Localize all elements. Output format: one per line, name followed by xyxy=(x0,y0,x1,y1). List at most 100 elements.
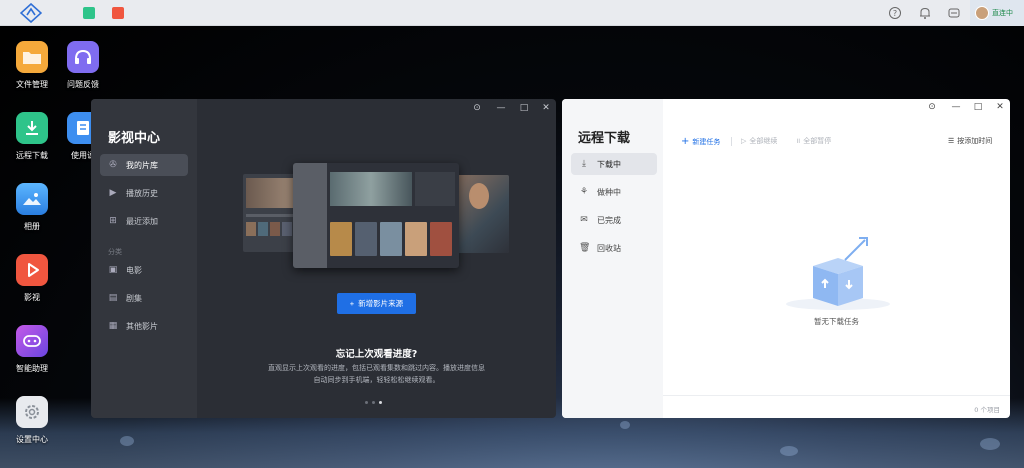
video-main-panel: ⊙ — □ ✕ + 新增影片来源 忘记上次观看进度? 直观显示上次观看的进度，包… xyxy=(197,99,556,418)
gear-icon xyxy=(16,396,48,428)
downloading-icon: ⤓ xyxy=(582,159,586,169)
seeding-icon: ⚘ xyxy=(579,187,589,197)
close-icon[interactable]: ✕ xyxy=(994,102,1006,112)
sidebar-item-trash[interactable]: 🗑 回收站 xyxy=(571,237,657,259)
sidebar-item-label: 最近添加 xyxy=(126,216,158,226)
wallpaper-drop xyxy=(120,436,134,446)
help-icon[interactable]: ? xyxy=(888,6,902,20)
carousel-dot[interactable] xyxy=(372,401,375,404)
resume-all-button[interactable]: ▷ 全部继续 xyxy=(741,136,777,146)
wallpaper-drop xyxy=(780,446,798,456)
item-count: 0 个项目 xyxy=(974,406,1000,414)
desktop-icon-video[interactable]: 影视 xyxy=(2,254,62,303)
footer-divider xyxy=(663,395,1010,396)
preview-screen-left xyxy=(243,174,299,252)
desktop-icon-photos[interactable]: 相册 xyxy=(2,183,62,232)
pause-all-button[interactable]: ॥ 全部暂停 xyxy=(796,136,831,146)
maximize-icon[interactable]: □ xyxy=(518,103,530,113)
new-task-button[interactable]: + 新建任务 xyxy=(681,136,720,147)
carousel-indicator xyxy=(365,401,382,404)
download-app-title: 远程下载 xyxy=(578,131,631,146)
wallpaper-drop xyxy=(980,438,1000,450)
settings-icon[interactable]: ⊙ xyxy=(926,102,938,112)
recent-add-icon: ⊞ xyxy=(109,216,117,226)
taskbar-download-app-icon[interactable] xyxy=(83,7,95,19)
user-menu[interactable]: 直连中 xyxy=(970,0,1024,26)
sort-button[interactable]: ☰ 按添加时间 xyxy=(948,136,992,146)
sidebar-item-movies[interactable]: ▣ 电影 xyxy=(100,259,188,281)
sidebar-item-label: 电影 xyxy=(126,265,142,275)
sort-label: 按添加时间 xyxy=(957,137,993,145)
film-reel-icon: ✇ xyxy=(109,160,117,170)
new-task-label: 新建任务 xyxy=(692,137,721,146)
minimize-icon[interactable]: — xyxy=(950,102,962,112)
toolbar-divider xyxy=(731,137,732,146)
notification-bell-icon[interactable] xyxy=(918,6,932,20)
sidebar-item-label: 已完成 xyxy=(597,215,621,225)
carousel-dot[interactable] xyxy=(365,401,368,404)
sidebar-item-label: 我的片库 xyxy=(126,160,158,170)
carousel-dot-active[interactable] xyxy=(379,401,382,404)
plus-icon: + xyxy=(349,299,355,308)
wallpaper-drop xyxy=(620,421,630,429)
svg-text:?: ? xyxy=(893,9,897,18)
desktop-icon-label: 影视 xyxy=(24,293,40,302)
desktop-icon-settings[interactable]: 设置中心 xyxy=(2,396,62,445)
photo-icon xyxy=(16,183,48,215)
sidebar-item-my-library[interactable]: ✇ 我的片库 xyxy=(100,154,188,176)
sidebar-item-downloading[interactable]: ⤓ 下载中 xyxy=(571,153,657,175)
play-icon: ▷ xyxy=(741,137,747,145)
nas-logo-icon[interactable] xyxy=(20,3,42,23)
empty-state-text: 暂无下载任务 xyxy=(814,317,859,326)
assistant-icon xyxy=(16,325,48,357)
remote-download-window: 远程下载 ⤓ 下载中 ⚘ 做种中 ✉ 已完成 🗑 回收站 ⊙ — □ ✕ + 新… xyxy=(562,99,1010,418)
desktop-icon-label: 相册 xyxy=(24,222,40,231)
message-icon[interactable] xyxy=(947,6,961,20)
download-main-panel: ⊙ — □ ✕ + 新建任务 ▷ 全部继续 ॥ 全部暂停 ☰ 按添加时间 暂无下… xyxy=(663,99,1010,418)
sidebar-item-completed[interactable]: ✉ 已完成 xyxy=(571,209,657,231)
feature-tip-title: 忘记上次观看进度? xyxy=(335,349,418,360)
folder-icon xyxy=(16,41,48,73)
video-app-title: 影视中心 xyxy=(108,131,161,146)
maximize-icon[interactable]: □ xyxy=(972,102,984,112)
feature-tip-body: 直观显示上次观看的进度，包括已观看集数和跳过内容。播放进度信息自动同步到手机端，… xyxy=(268,364,485,384)
add-video-source-label: 新增影片来源 xyxy=(358,299,404,308)
desktop-icon-label: 设置中心 xyxy=(16,435,48,444)
resume-all-label: 全部继续 xyxy=(749,137,778,145)
pause-icon: ॥ xyxy=(796,136,801,145)
preview-screen-right xyxy=(451,175,509,253)
desktop-icon-assistant[interactable]: 智能助理 xyxy=(2,325,62,374)
taskbar-video-app-icon[interactable] xyxy=(112,7,124,19)
other-video-icon: ▦ xyxy=(108,321,118,331)
history-icon: ▶ xyxy=(109,188,117,198)
preview-screen-main xyxy=(293,163,459,268)
feature-preview-image xyxy=(243,162,509,268)
connection-status: 直连中 xyxy=(992,9,1013,17)
download-icon xyxy=(16,112,48,144)
desktop-icon-feedback[interactable]: 问题反馈 xyxy=(53,41,113,90)
video-center-window: 影视中心 ✇ 我的片库 ▶ 播放历史 ⊞ 最近添加 分类 ▣ 电影 ▤ 剧集 ▦… xyxy=(91,99,556,418)
add-video-source-button[interactable]: + 新增影片来源 xyxy=(337,293,416,314)
sidebar-item-seeding[interactable]: ⚘ 做种中 xyxy=(571,181,657,203)
play-icon xyxy=(16,254,48,286)
sidebar-item-label: 剧集 xyxy=(126,293,142,303)
plus-icon: + xyxy=(681,136,690,147)
headset-icon xyxy=(67,41,99,73)
completed-icon: ✉ xyxy=(580,215,588,225)
sidebar-item-label: 播放历史 xyxy=(126,188,158,198)
sidebar-item-recent[interactable]: ⊞ 最近添加 xyxy=(100,210,188,232)
video-sidebar: 影视中心 ✇ 我的片库 ▶ 播放历史 ⊞ 最近添加 分类 ▣ 电影 ▤ 剧集 ▦… xyxy=(91,99,197,418)
settings-icon[interactable]: ⊙ xyxy=(471,103,483,113)
series-icon: ▤ xyxy=(108,293,118,303)
taskbar: ? 直连中 xyxy=(0,0,1024,26)
pause-all-label: 全部暂停 xyxy=(803,137,832,145)
download-sidebar: 远程下载 ⤓ 下载中 ⚘ 做种中 ✉ 已完成 🗑 回收站 xyxy=(562,99,663,418)
close-icon[interactable]: ✕ xyxy=(540,103,552,113)
category-group-label: 分类 xyxy=(108,248,122,256)
sidebar-item-label: 做种中 xyxy=(597,187,621,197)
minimize-icon[interactable]: — xyxy=(495,103,507,113)
avatar xyxy=(975,6,989,20)
sidebar-item-series[interactable]: ▤ 剧集 xyxy=(100,287,188,309)
sidebar-item-other[interactable]: ▦ 其他影片 xyxy=(100,315,188,337)
sidebar-item-history[interactable]: ▶ 播放历史 xyxy=(100,182,188,204)
